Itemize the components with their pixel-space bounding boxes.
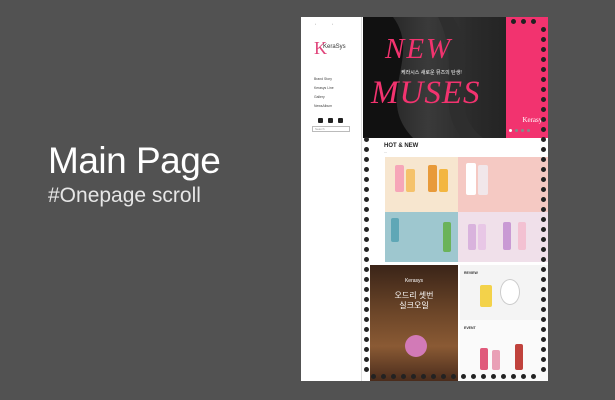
hero-headline-2: MUSES (371, 75, 481, 111)
search-input[interactable]: Search (312, 126, 350, 132)
logo-text: KeraSys (323, 44, 346, 50)
slide-subtitle: #Onepage scroll (48, 184, 201, 207)
sidebar-item-newsalbum[interactable]: NewsAlbum (314, 102, 334, 111)
sidebar: • • K KeraSys Brand Story Kerasys Line G… (301, 17, 362, 381)
brand-logo[interactable]: K KeraSys (314, 38, 354, 68)
top-link-2[interactable]: • (332, 22, 333, 26)
website-mockup: • • K KeraSys Brand Story Kerasys Line G… (301, 17, 548, 381)
dot-border-right (541, 27, 548, 377)
sidebar-item-gallery[interactable]: Gallery (314, 93, 334, 102)
event-section[interactable]: EVENT (460, 320, 548, 381)
hero-headline-1: NEW (385, 33, 453, 65)
hot-new-underline: — (384, 150, 387, 154)
slider-dot[interactable] (521, 129, 524, 132)
product-tile-3[interactable] (385, 212, 458, 262)
hot-new-section: HOT & NEW — (363, 138, 548, 262)
facebook-icon[interactable] (318, 118, 323, 123)
top-links: • • (315, 22, 333, 26)
event-label: EVENT (464, 326, 476, 330)
hair-banner-korean-2: 실크오일 (399, 301, 429, 310)
product-tile-4[interactable] (458, 212, 548, 262)
review-label: REVIEW (464, 271, 478, 275)
hero-banner: NEW 케라시스 새로운 뮤즈의 탄생! MUSES Kerasys (363, 17, 548, 138)
dot-border-top (511, 19, 548, 24)
slide-title: Main Page (48, 140, 221, 181)
slider-dot[interactable] (509, 129, 512, 132)
product-tile-2[interactable] (458, 157, 548, 212)
bottom-section: Kerasys 오드리 셋번 실크오일 REVIEW EVENT (363, 262, 548, 381)
hair-oil-banner[interactable]: Kerasys 오드리 셋번 실크오일 (370, 265, 458, 381)
dot-border-bottom (371, 374, 546, 379)
top-link-1[interactable]: • (315, 22, 316, 26)
sidebar-item-brand-story[interactable]: Brand Story (314, 75, 334, 84)
sidebar-item-kerasys-line[interactable]: Kerasys Line (314, 84, 334, 93)
hair-banner-brand: Kerasys (404, 278, 424, 284)
slider-dot[interactable] (527, 129, 530, 132)
slider-dot[interactable] (515, 129, 518, 132)
blog-icon[interactable] (338, 118, 343, 123)
product-tile-1[interactable] (385, 157, 458, 212)
slider-dots (509, 129, 530, 132)
dot-border-left (364, 137, 371, 377)
sidebar-menu: Brand Story Kerasys Line Gallery NewsAlb… (314, 75, 334, 111)
hair-banner-korean-1: 오드리 셋번 (394, 291, 434, 300)
hot-new-label: HOT & NEW (384, 143, 419, 149)
instagram-icon[interactable] (328, 118, 333, 123)
social-links (318, 118, 343, 123)
review-section[interactable]: REVIEW (460, 265, 548, 320)
